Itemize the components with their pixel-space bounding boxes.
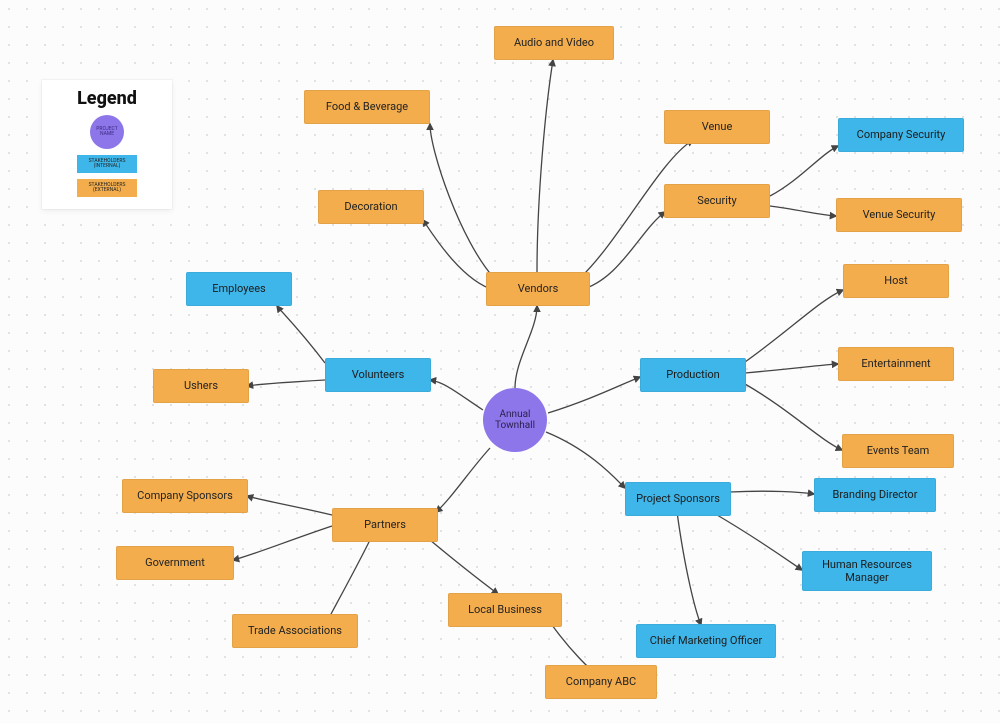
node-security[interactable]: Security <box>664 184 770 218</box>
node-label: Host <box>884 274 907 287</box>
node-label: Local Business <box>468 603 542 616</box>
node-cmo[interactable]: Chief Marketing Officer <box>636 624 776 658</box>
node-label: Security <box>697 194 736 207</box>
node-partners[interactable]: Partners <box>332 508 438 542</box>
root-node-label: Annual Townhall <box>483 409 547 432</box>
node-label: Food & Beverage <box>326 100 408 113</box>
node-venue[interactable]: Venue <box>664 110 770 144</box>
node-label: Audio and Video <box>514 36 594 49</box>
node-food-beverage[interactable]: Food & Beverage <box>304 90 430 124</box>
node-label: Volunteers <box>352 368 405 381</box>
node-volunteers[interactable]: Volunteers <box>325 358 431 392</box>
diagram-canvas[interactable]: Legend PROJECT NAME STAKEHOLDERS (INTERN… <box>0 0 1000 723</box>
node-audio-video[interactable]: Audio and Video <box>494 26 614 60</box>
legend-swatch-project: PROJECT NAME <box>90 115 124 149</box>
legend-title: Legend <box>50 88 164 109</box>
node-label: Human Resources Manager <box>807 558 927 584</box>
node-label: Project Sponsors <box>636 492 720 505</box>
node-label: Company Sponsors <box>137 489 233 502</box>
legend-project-label: PROJECT NAME <box>90 127 124 138</box>
node-label: Entertainment <box>861 357 930 370</box>
node-label: Chief Marketing Officer <box>650 634 762 647</box>
node-hr-manager[interactable]: Human Resources Manager <box>802 551 932 591</box>
node-ushers[interactable]: Ushers <box>153 369 249 403</box>
node-label: Branding Director <box>833 488 918 501</box>
legend-swatch-external: STAKEHOLDERS (EXTERNAL) <box>77 179 137 197</box>
node-label: Vendors <box>518 282 559 295</box>
node-label: Government <box>145 556 205 569</box>
node-trade-associations[interactable]: Trade Associations <box>232 614 358 648</box>
node-label: Company Security <box>857 128 946 141</box>
legend-external-label: STAKEHOLDERS (EXTERNAL) <box>77 183 137 194</box>
node-host[interactable]: Host <box>843 264 949 298</box>
node-label: Venue Security <box>863 208 936 221</box>
node-branding-director[interactable]: Branding Director <box>814 478 936 512</box>
node-label: Events Team <box>867 444 930 457</box>
node-local-business[interactable]: Local Business <box>448 593 562 627</box>
node-label: Company ABC <box>566 675 636 688</box>
node-label: Ushers <box>184 379 218 392</box>
node-decoration[interactable]: Decoration <box>318 190 424 224</box>
legend-card[interactable]: Legend PROJECT NAME STAKEHOLDERS (INTERN… <box>42 80 172 209</box>
node-label: Employees <box>212 282 265 295</box>
node-vendors[interactable]: Vendors <box>486 272 590 306</box>
node-events-team[interactable]: Events Team <box>842 434 954 468</box>
node-government[interactable]: Government <box>116 546 234 580</box>
node-label: Decoration <box>344 200 397 213</box>
legend-internal-label: STAKEHOLDERS (INTERNAL) <box>77 159 137 170</box>
node-production[interactable]: Production <box>640 358 746 392</box>
node-company-sponsors[interactable]: Company Sponsors <box>122 479 248 513</box>
legend-swatch-internal: STAKEHOLDERS (INTERNAL) <box>77 155 137 173</box>
node-label: Trade Associations <box>248 624 342 637</box>
node-project-sponsors[interactable]: Project Sponsors <box>625 482 731 516</box>
node-label: Venue <box>702 120 733 133</box>
node-label: Partners <box>364 518 406 531</box>
root-node-annual-townhall[interactable]: Annual Townhall <box>483 388 547 452</box>
node-company-abc[interactable]: Company ABC <box>545 665 657 699</box>
node-entertainment[interactable]: Entertainment <box>838 347 954 381</box>
node-employees[interactable]: Employees <box>186 272 292 306</box>
node-company-security[interactable]: Company Security <box>838 118 964 152</box>
node-label: Production <box>666 368 719 381</box>
node-venue-security[interactable]: Venue Security <box>836 198 962 232</box>
